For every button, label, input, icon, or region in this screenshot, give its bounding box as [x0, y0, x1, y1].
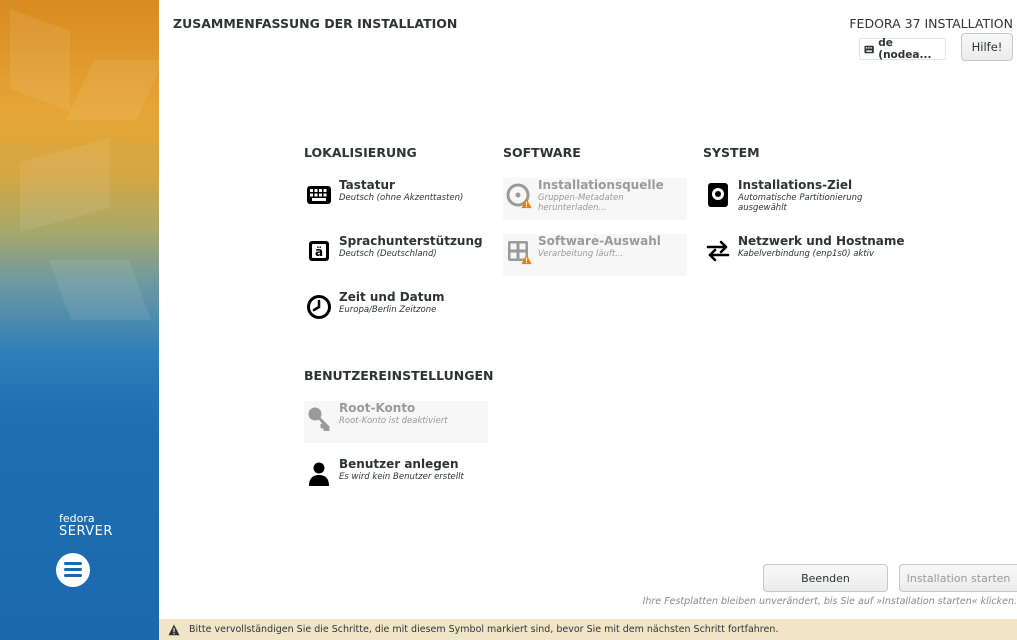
- warning-badge-icon: [521, 254, 532, 265]
- language-icon: ä: [304, 236, 334, 266]
- fedora-server-logo-icon: [56, 553, 90, 587]
- spoke-language-status: Deutsch (Deutschland): [339, 249, 437, 259]
- spoke-network-title: Netzwerk und Hostname: [738, 234, 905, 248]
- key-icon: [304, 403, 334, 433]
- section-heading-system: SYSTEM: [703, 145, 760, 160]
- spoke-network-hostname[interactable]: Netzwerk und Hostname Kabelverbindung (e…: [703, 234, 905, 276]
- spoke-source-status-line1: Gruppen-Metadaten: [538, 193, 624, 203]
- disk-unchanged-note: Ihre Festplatten bleiben unverändert, bi…: [642, 596, 1017, 607]
- section-heading-user-settings: BENUTZEREINSTELLUNGEN: [304, 368, 494, 383]
- brand-line2: SERVER: [59, 523, 113, 539]
- spoke-installation-source[interactable]: Installationsquelle Gruppen-Metadaten he…: [503, 178, 687, 220]
- user-icon: [304, 459, 334, 489]
- sidebar: fedora SERVER: [0, 0, 159, 640]
- brand-line1: fedora: [59, 512, 95, 525]
- keyboard-small-icon: [864, 45, 874, 53]
- spoke-source-status-line2: herunterladen...: [538, 203, 607, 213]
- spoke-source-title: Installationsquelle: [538, 178, 664, 192]
- warning-icon: [168, 624, 180, 636]
- warning-text: Bitte vervollständigen Sie die Schritte,…: [189, 624, 779, 635]
- spoke-keyboard[interactable]: Tastatur Deutsch (ohne Akzenttasten): [304, 178, 488, 220]
- spoke-software-selection-title: Software-Auswahl: [538, 234, 661, 248]
- help-button[interactable]: Hilfe!: [961, 33, 1013, 61]
- svg-text:ä: ä: [315, 245, 323, 259]
- quit-button[interactable]: Beenden: [763, 564, 888, 592]
- spoke-user-creation[interactable]: Benutzer anlegen Es wird kein Benutzer e…: [304, 457, 488, 499]
- package-icon: [503, 236, 533, 266]
- spoke-date-time[interactable]: Zeit und Datum Europa/Berlin Zeitzone: [304, 290, 488, 332]
- section-heading-localization: LOKALISIERUNG: [304, 145, 417, 160]
- harddisk-icon: [703, 180, 733, 210]
- spoke-language-support[interactable]: ä Sprachunterstützung Deutsch (Deutschla…: [304, 234, 488, 276]
- disc-icon: [503, 180, 533, 210]
- spoke-software-selection-status: Verarbeitung läuft...: [538, 249, 624, 259]
- spoke-destination-status-line2: ausgewählt: [738, 203, 787, 213]
- product-title: FEDORA 37 INSTALLATION: [849, 16, 1013, 31]
- keyboard-layout-indicator[interactable]: de (nodea...: [859, 37, 946, 61]
- spoke-user-title: Benutzer anlegen: [339, 457, 459, 471]
- spoke-datetime-status: Europa/Berlin Zeitzone: [339, 305, 437, 315]
- clock-icon: [304, 292, 334, 322]
- keyboard-layout-label: de (nodea...: [878, 37, 932, 61]
- warning-badge-icon: [521, 198, 532, 209]
- spoke-language-title: Sprachunterstützung: [339, 234, 483, 248]
- spoke-network-status: Kabelverbindung (enp1s0) aktiv: [738, 249, 875, 259]
- spoke-root-title: Root-Konto: [339, 401, 416, 415]
- section-heading-software: SOFTWARE: [503, 145, 581, 160]
- spoke-installation-destination[interactable]: Installations-Ziel Automatische Partitio…: [703, 178, 893, 220]
- spoke-root-account[interactable]: Root-Konto Root-Konto ist deaktiviert: [304, 401, 488, 443]
- warning-bar: Bitte vervollständigen Sie die Schritte,…: [159, 619, 1017, 640]
- keyboard-icon: [304, 180, 334, 210]
- spoke-keyboard-status: Deutsch (ohne Akzenttasten): [339, 193, 464, 203]
- spoke-datetime-title: Zeit und Datum: [339, 290, 445, 304]
- spoke-software-selection[interactable]: Software-Auswahl Verarbeitung läuft...: [503, 234, 687, 276]
- begin-installation-button[interactable]: Installation starten: [899, 564, 1017, 592]
- spoke-keyboard-title: Tastatur: [339, 178, 395, 192]
- page-title: ZUSAMMENFASSUNG DER INSTALLATION: [173, 16, 458, 31]
- network-arrows-icon: [703, 236, 733, 266]
- spoke-destination-title: Installations-Ziel: [738, 178, 853, 192]
- fedora-server-wordmark: fedora SERVER: [59, 513, 113, 538]
- spoke-root-status: Root-Konto ist deaktiviert: [339, 416, 448, 426]
- spoke-destination-status-line1: Automatische Partitionierung: [738, 193, 863, 203]
- spoke-user-status: Es wird kein Benutzer erstellt: [339, 472, 464, 482]
